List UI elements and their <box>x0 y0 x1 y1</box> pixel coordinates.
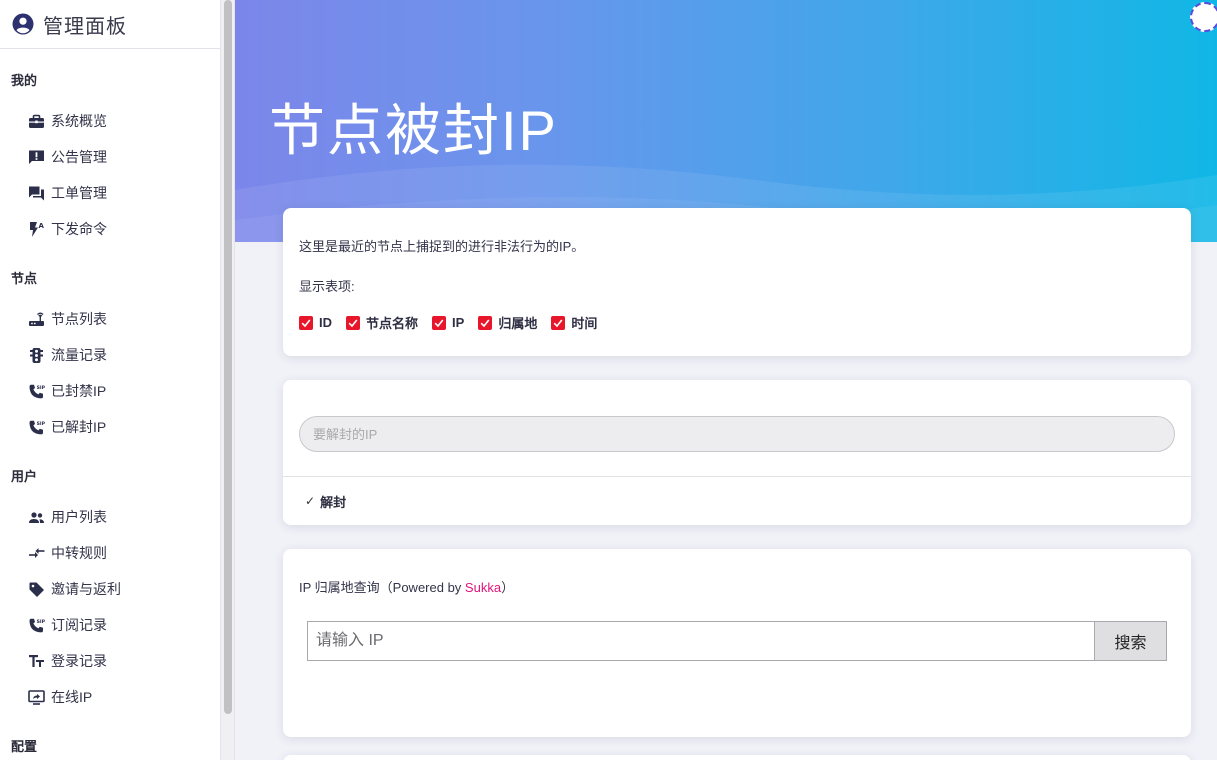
checkbox-checked-icon[interactable] <box>478 315 493 330</box>
sidebar-item-label: 登录记录 <box>51 653 107 669</box>
flash-auto-icon: A <box>28 221 45 238</box>
column-toggle-label: 显示表项: <box>299 279 355 294</box>
column-toggle-label: 节点名称 <box>366 316 419 331</box>
column-toggle-label: 时间 <box>571 316 598 331</box>
search-button[interactable]: 搜索 <box>1094 621 1167 661</box>
user-avatar[interactable] <box>1190 2 1217 32</box>
sidebar-item-label: 在线IP <box>51 689 93 705</box>
sidebar-item-user-list[interactable]: 用户列表 <box>0 499 220 535</box>
sidebar-item-label: 用户列表 <box>51 509 107 525</box>
sidebar-item-label: 流量记录 <box>51 347 107 363</box>
sidebar-item-label: 邀请与返利 <box>51 581 121 597</box>
checkbox-checked-icon[interactable] <box>299 315 313 330</box>
announcement-icon <box>28 149 45 166</box>
sidebar-item-subscription-log[interactable]: SIP 订阅记录 <box>0 607 220 643</box>
next-card <box>283 755 1191 760</box>
sidebar-item-label: 订阅记录 <box>51 617 107 633</box>
sidebar-item-tickets[interactable]: 工单管理 <box>0 175 220 211</box>
brand-title: 管理面板 <box>43 15 127 38</box>
sidebar-scrollbar[interactable] <box>221 0 235 760</box>
sidebar-item-commands[interactable]: A 下发命令 <box>0 211 220 247</box>
account-circle-icon <box>12 13 34 35</box>
sukka-link[interactable]: Sukka <box>465 580 501 595</box>
sidebar: 管理面板 我的 系统概览 公告管理 工单管理 A 下发命令 节点 节点列表 流量… <box>0 0 221 760</box>
sidebar-item-node-list[interactable]: 节点列表 <box>0 301 220 337</box>
sidebar-item-traffic-log[interactable]: 流量记录 <box>0 337 220 373</box>
column-toggles: ID 节点名称 IP 归属地 时间 <box>299 313 611 332</box>
sidebar-item-label: 中转规则 <box>51 545 107 561</box>
column-toggle-id[interactable]: ID <box>299 313 332 332</box>
unban-ip-input[interactable] <box>299 416 1175 452</box>
column-toggle-node-name[interactable]: 节点名称 <box>346 313 418 332</box>
section-title-nodes: 节点 <box>11 271 38 286</box>
svg-text:SIP: SIP <box>37 385 45 391</box>
sidebar-item-label: 工单管理 <box>51 185 107 201</box>
checkbox-checked-icon[interactable] <box>432 315 447 330</box>
checkbox-checked-icon[interactable] <box>346 315 360 330</box>
ip-lookup-input[interactable] <box>307 621 1095 661</box>
unban-button-label: 解封 <box>320 494 347 510</box>
check-icon: ✓ <box>305 494 316 508</box>
page-title: 节点被封IP <box>269 99 558 162</box>
text-fields-icon <box>28 653 45 670</box>
sidebar-item-invite-rebate[interactable]: 邀请与返利 <box>0 571 220 607</box>
sidebar-item-label: 公告管理 <box>51 149 107 165</box>
page-description: 这里是最近的节点上捕捉到的进行非法行为的IP。 <box>299 239 585 254</box>
screen-share-icon <box>28 689 45 706</box>
sidebar-scrollbar-thumb[interactable] <box>224 0 232 714</box>
phone-sip-icon: SIP <box>28 383 45 400</box>
sidebar-item-unbanned-ip[interactable]: SIP 已解封IP <box>0 409 220 445</box>
card-divider <box>283 476 1191 477</box>
ip-lookup-title-suffix: ） <box>501 580 515 595</box>
sidebar-item-overview[interactable]: 系统概览 <box>0 103 220 139</box>
phone-sip-icon: SIP <box>28 617 45 634</box>
transfer-icon <box>28 545 45 562</box>
brand-header[interactable]: 管理面板 <box>0 0 220 49</box>
unban-button[interactable]: ✓ 解封 <box>305 490 346 512</box>
checkbox-checked-icon[interactable] <box>551 315 566 330</box>
briefcase-icon <box>28 113 45 130</box>
section-title-mine: 我的 <box>11 73 38 88</box>
router-icon <box>28 311 45 328</box>
column-toggle-label: 归属地 <box>498 316 538 331</box>
sidebar-item-announcements[interactable]: 公告管理 <box>0 139 220 175</box>
sidebar-item-banned-ip[interactable]: SIP 已封禁IP <box>0 373 220 409</box>
people-icon <box>28 509 45 526</box>
svg-text:SIP: SIP <box>37 421 45 427</box>
sidebar-item-label: 系统概览 <box>51 113 107 129</box>
sidebar-item-label: 已封禁IP <box>51 383 107 399</box>
sidebar-item-relay-rules[interactable]: 中转规则 <box>0 535 220 571</box>
column-toggle-label: ID <box>319 315 332 330</box>
ip-lookup-title-prefix: IP 归属地查询（Powered by <box>299 580 465 595</box>
phone-sip-icon: SIP <box>28 419 45 436</box>
info-card: 这里是最近的节点上捕捉到的进行非法行为的IP。 显示表项: ID 节点名称 IP… <box>283 208 1191 356</box>
svg-text:A: A <box>39 222 45 230</box>
sidebar-item-label: 下发命令 <box>51 221 107 237</box>
sidebar-item-label: 已解封IP <box>51 419 107 435</box>
unban-card: ✓ 解封 <box>283 380 1191 525</box>
sidebar-item-online-ip[interactable]: 在线IP <box>0 679 220 715</box>
sidebar-item-login-log[interactable]: 登录记录 <box>0 643 220 679</box>
ip-lookup-card: IP 归属地查询（Powered by Sukka） 搜索 <box>283 549 1191 737</box>
column-toggle-location[interactable]: 归属地 <box>478 313 537 332</box>
svg-text:SIP: SIP <box>37 619 45 625</box>
page-header: 节点被封IP <box>235 0 1217 242</box>
tag-icon <box>28 581 45 598</box>
ip-lookup-title: IP 归属地查询（Powered by Sukka） <box>299 577 514 596</box>
section-title-users: 用户 <box>11 469 38 484</box>
column-toggle-time[interactable]: 时间 <box>551 313 597 332</box>
column-toggle-label: IP <box>452 315 465 330</box>
column-toggle-ip[interactable]: IP <box>432 313 464 332</box>
section-title-config: 配置 <box>11 739 38 754</box>
forum-icon <box>28 185 45 202</box>
traffic-icon <box>28 347 45 364</box>
sidebar-item-label: 节点列表 <box>51 311 107 327</box>
